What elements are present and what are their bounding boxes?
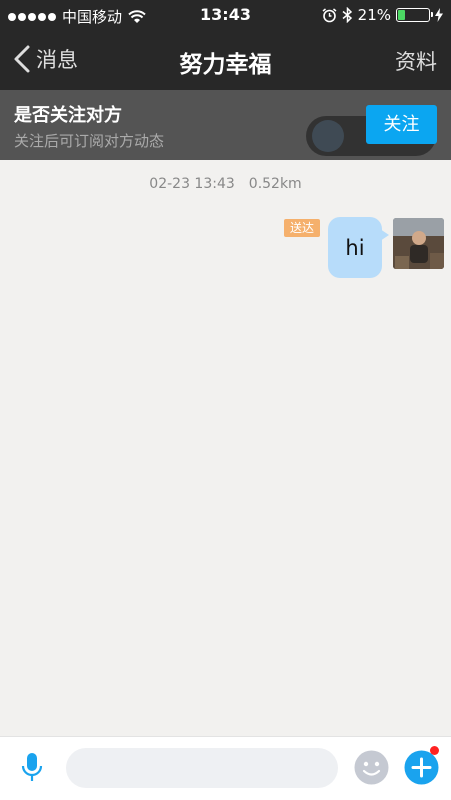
follow-subtitle: 关注后可订阅对方动态 [14,132,165,150]
status-bar: 中国移动 13:43 21% [0,0,451,30]
profile-button[interactable]: 资料 [395,46,437,76]
notification-dot [430,746,439,755]
input-bar [0,736,451,800]
delivered-badge: 送达 [284,219,321,237]
battery-percent: 21% [357,6,391,24]
battery-fill [398,10,405,20]
message-bubble[interactable]: hi [328,217,389,278]
plus-icon[interactable] [404,750,439,785]
avatar[interactable] [393,218,444,269]
status-right: 21% [322,6,443,24]
message-input[interactable] [66,748,338,788]
microphone-icon[interactable] [18,751,46,785]
bluetooth-icon [342,7,352,23]
avatar-image [393,218,444,269]
alarm-icon [322,7,337,22]
page-title: 努力幸福 [179,52,272,78]
message-timestamp: 02-23 13:43 [149,176,235,192]
follow-button[interactable]: 关注 [366,105,437,144]
message-distance: 0.52km [248,176,302,192]
emoji-icon[interactable] [354,750,389,785]
battery-icon [396,8,433,22]
message-text: hi [345,235,365,260]
walker-icon [312,120,344,152]
nav-bar: 消息 努力幸福 资料 [0,30,451,90]
message-meta: 02-23 13:43 0.52km [0,176,451,192]
follow-banner: 是否关注对方 关注后可订阅对方动态 关注 [0,90,451,160]
charging-icon [435,8,443,22]
follow-title: 是否关注对方 [14,105,122,126]
